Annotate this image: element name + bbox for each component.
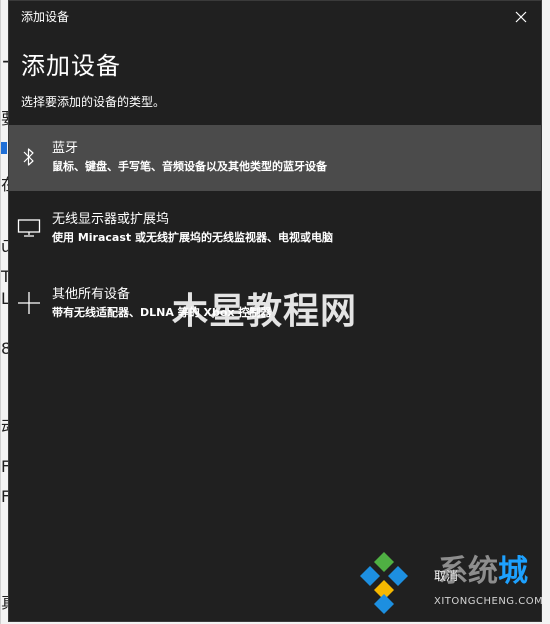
watermark-site-name-accent: 城 (498, 554, 528, 589)
plus-icon (15, 289, 43, 317)
watermark-site-name-part: 系统 (438, 554, 498, 589)
corner-watermark: 系统城 XITONGCHENG.COM (358, 550, 548, 620)
watermark-url: XITONGCHENG.COM (434, 596, 544, 607)
option-wireless-display[interactable]: 无线显示器或扩展坞 使用 Miracast 或无线扩展坞的无线监视器、电视或电脑 (9, 196, 541, 262)
close-button[interactable] (509, 5, 533, 29)
page-title: 添加设备 (21, 52, 121, 80)
option-description: 鼠标、键盘、手写笔、音频设备以及其他类型的蓝牙设备 (52, 160, 327, 173)
close-icon (515, 11, 527, 23)
monitor-icon (15, 214, 43, 242)
title-bar: 添加设备 (9, 1, 541, 33)
window-title: 添加设备 (21, 10, 70, 24)
option-description: 使用 Miracast 或无线扩展坞的无线监视器、电视或电脑 (52, 231, 333, 244)
bluetooth-icon (15, 143, 43, 171)
diamond-logo-icon (360, 552, 408, 614)
watermark-text: 木星教程网 (172, 291, 358, 332)
watermark-site-name: 系统城 (438, 554, 528, 590)
option-title: 无线显示器或扩展坞 (52, 212, 170, 227)
option-title: 其他所有设备 (52, 287, 131, 302)
option-title: 蓝牙 (52, 141, 79, 156)
page-subtitle: 选择要添加的设备的类型。 (21, 95, 166, 109)
bg-accent-block (1, 142, 7, 154)
option-bluetooth[interactable]: 蓝牙 鼠标、键盘、手写笔、音频设备以及其他类型的蓝牙设备 (9, 125, 541, 191)
